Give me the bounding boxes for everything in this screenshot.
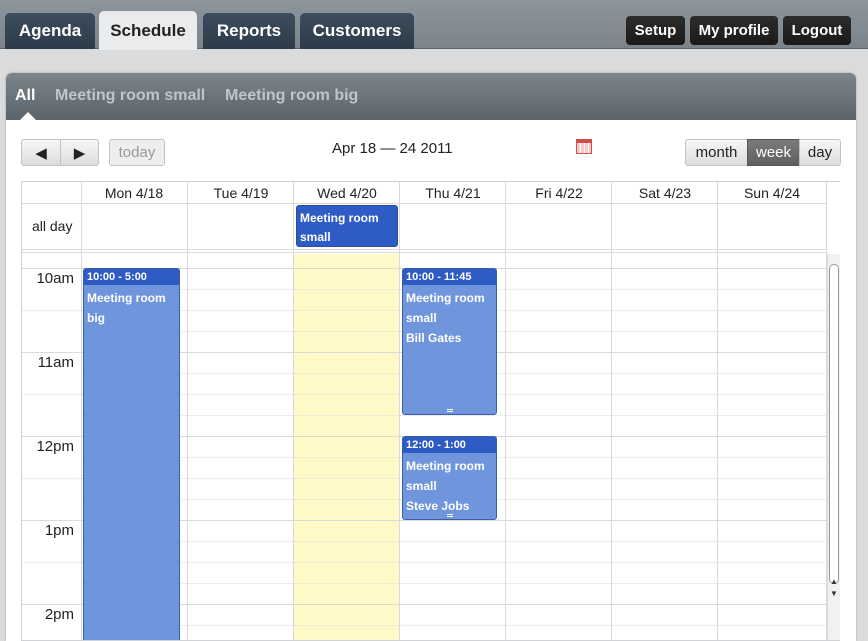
event-steve-jobs[interactable]: 12:00 - 1:00 Meeting room small Steve Jo…	[402, 436, 497, 520]
filter-meeting-room-small[interactable]: Meeting room small	[55, 87, 205, 105]
event-time: 10:00 - 11:45	[403, 269, 496, 285]
resize-grip-icon[interactable]	[446, 514, 453, 517]
view-week-button[interactable]: week	[747, 139, 800, 166]
day-header-tue: Tue 4/19	[213, 184, 269, 201]
filter-all[interactable]: All	[15, 87, 35, 105]
quarter-line	[81, 625, 827, 626]
day-divider	[293, 182, 294, 640]
event-bill-gates[interactable]: 10:00 - 11:45 Meeting room small Bill Ga…	[402, 268, 497, 415]
setup-button[interactable]: Setup	[626, 16, 685, 45]
today-button[interactable]: today	[109, 139, 165, 166]
allday-event-title-1: Meeting room	[300, 211, 379, 225]
hour-label-1pm: 1pm	[44, 522, 74, 539]
schedule-panel: All Meeting room small Meeting room big …	[6, 73, 856, 641]
calendar-icon[interactable]	[576, 139, 592, 154]
quarter-line	[81, 415, 827, 416]
day-header-mon: Mon 4/18	[104, 184, 164, 201]
scrollbar-thumb[interactable]	[829, 264, 839, 584]
view-day-button[interactable]: day	[799, 139, 841, 166]
day-divider	[717, 182, 718, 640]
allday-divider	[22, 249, 827, 250]
tab-schedule[interactable]: Schedule	[99, 11, 197, 50]
event-line-2: small	[406, 479, 437, 493]
prev-week-button[interactable]: ◀	[21, 139, 61, 166]
scroll-up-arrow-icon[interactable]: ▲	[830, 577, 838, 586]
day-header-thu: Thu 4/21	[425, 184, 481, 201]
week-calendar-grid: Mon 4/18 Tue 4/19 Wed 4/20 Thu 4/21 Fri …	[21, 181, 840, 641]
event-line-1: Meeting room	[406, 291, 485, 305]
day-divider	[399, 182, 400, 640]
allday-event-meeting-room-small[interactable]: Meeting room small	[296, 205, 398, 247]
top-nav-bar: Agenda Schedule Reports Customers Setup …	[0, 0, 868, 50]
resize-grip-icon[interactable]	[446, 409, 453, 412]
event-title: Meeting room small Bill Gates	[403, 285, 496, 351]
event-line-2: small	[406, 311, 437, 325]
day-divider	[505, 182, 506, 640]
scroll-down-arrow-icon[interactable]: ▼	[830, 589, 838, 598]
next-week-button[interactable]: ▶	[60, 139, 99, 166]
allday-event-title-2: small	[300, 230, 331, 244]
event-line-2: big	[87, 311, 105, 325]
hour-label-12pm: 12pm	[36, 438, 74, 455]
quarter-line	[81, 541, 827, 542]
day-divider	[81, 182, 82, 640]
hour-label-2pm: 2pm	[44, 606, 74, 623]
event-meeting-room-big[interactable]: 10:00 - 5:00 Meeting room big	[83, 268, 180, 640]
event-title: Meeting room big	[84, 285, 179, 331]
hour-label-10am: 10am	[36, 270, 74, 287]
tab-customers[interactable]: Customers	[300, 13, 414, 49]
event-line-1: Meeting room	[87, 291, 166, 305]
active-filter-pointer	[20, 112, 36, 120]
logout-button[interactable]: Logout	[783, 16, 851, 45]
event-title: Meeting room small Steve Jobs	[403, 453, 496, 519]
event-line-3: Steve Jobs	[406, 499, 470, 513]
day-divider	[187, 182, 188, 640]
event-line-1: Meeting room	[406, 459, 485, 473]
day-header-sat: Sat 4/23	[638, 184, 692, 201]
date-range-title: Apr 18 — 24 2011	[332, 140, 453, 157]
tab-agenda[interactable]: Agenda	[5, 13, 95, 49]
day-divider	[611, 182, 612, 640]
event-time: 10:00 - 5:00	[84, 269, 179, 285]
resource-filter-bar: All Meeting room small Meeting room big	[6, 73, 856, 120]
all-day-label: all day	[32, 218, 73, 234]
filter-meeting-room-big[interactable]: Meeting room big	[225, 87, 358, 105]
my-profile-button[interactable]: My profile	[690, 16, 778, 45]
quarter-line	[81, 583, 827, 584]
day-header-wed: Wed 4/20	[317, 184, 377, 201]
allday-divider-2	[22, 252, 827, 253]
event-time: 12:00 - 1:00	[403, 437, 496, 453]
day-header-fri: Fri 4/22	[535, 184, 583, 201]
hour-label-11am: 11am	[37, 354, 74, 371]
tab-reports[interactable]: Reports	[203, 13, 295, 49]
view-month-button[interactable]: month	[685, 139, 748, 166]
day-header-sun: Sun 4/24	[743, 184, 801, 201]
header-divider	[22, 203, 827, 204]
event-line-3: Bill Gates	[406, 331, 462, 345]
